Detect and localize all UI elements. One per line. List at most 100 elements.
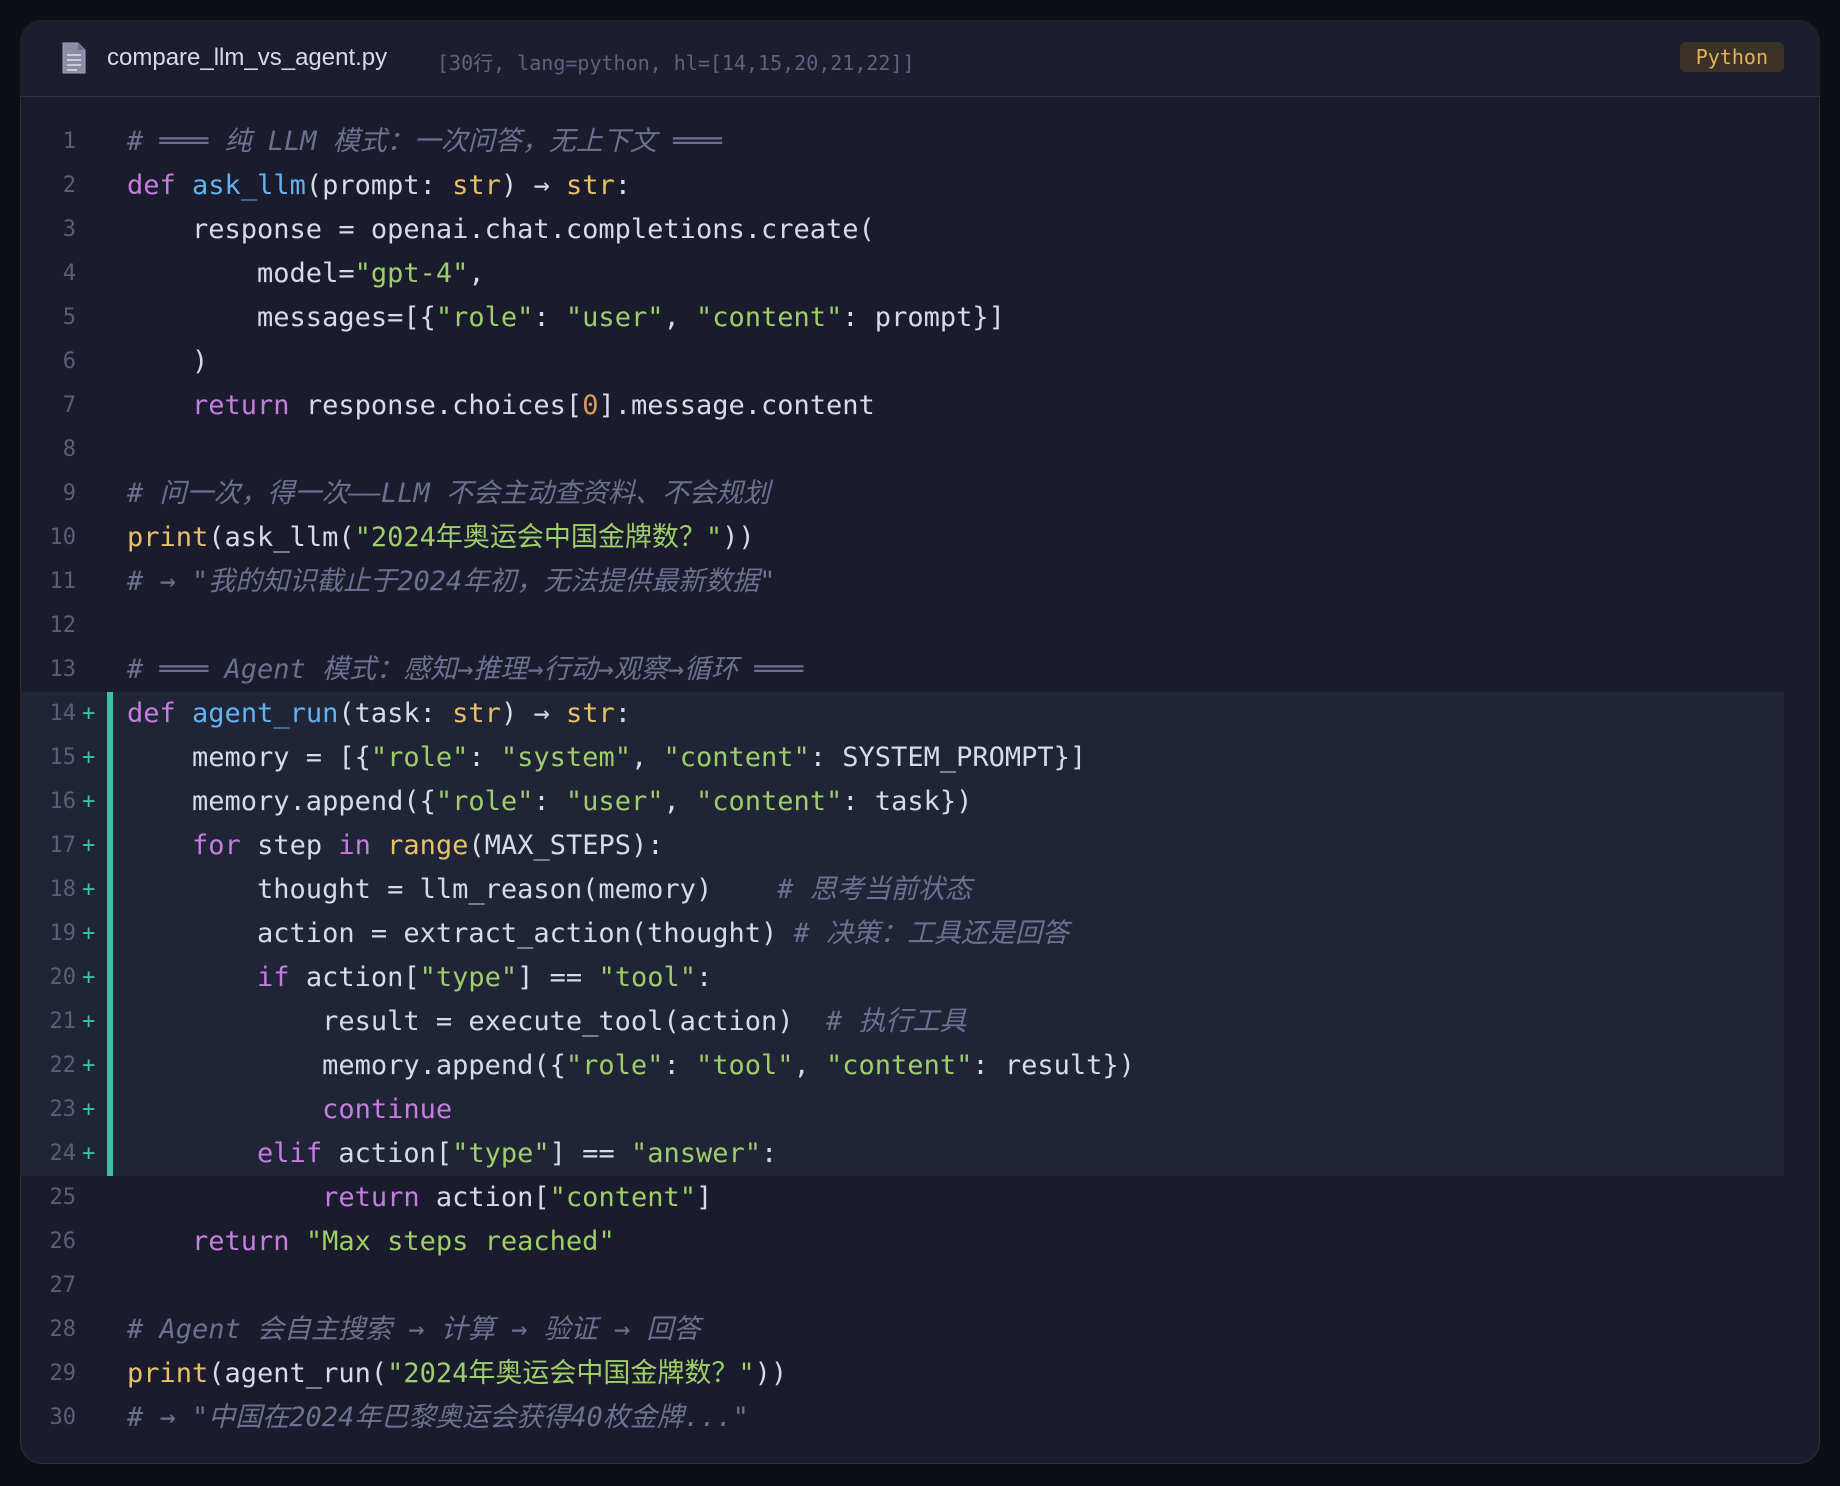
- code-token: "role": [435, 786, 534, 817]
- code-token: ,: [468, 258, 485, 289]
- code-text: continue: [127, 1088, 1748, 1132]
- code-token: memory.append({: [127, 1050, 566, 1081]
- line-number: 9: [62, 481, 76, 506]
- code-token: response.choices[: [289, 390, 583, 421]
- code-line[interactable]: 15 + memory = [{"role": "system", "conten…: [20, 736, 1784, 780]
- code-token: :: [614, 698, 632, 729]
- code-line[interactable]: 23 + continue: [20, 1088, 1784, 1132]
- code-token: "role": [435, 302, 534, 333]
- line-number: 6: [62, 349, 76, 374]
- code-text: ): [127, 340, 1820, 384]
- code-token: :: [533, 786, 566, 817]
- code-line[interactable]: 6 ): [20, 340, 1820, 384]
- code-token: "gpt-4": [354, 258, 469, 289]
- code-line[interactable]: 3 response = openai.chat.completions.cre…: [20, 208, 1820, 252]
- code-line[interactable]: 30 # → "中国在2024年巴黎奥运会获得40枚金牌...": [20, 1396, 1820, 1440]
- code-line[interactable]: 29 print(agent_run("2024年奥运会中国金牌数？")): [20, 1352, 1820, 1396]
- code-token: : result}): [972, 1050, 1135, 1081]
- code-line[interactable]: 7 return response.choices[0].message.con…: [20, 384, 1820, 428]
- diff-added-marker: +: [82, 1053, 96, 1078]
- code-line[interactable]: 28 # Agent 会自主搜索 → 计算 → 验证 → 回答: [20, 1308, 1820, 1352]
- code-line[interactable]: 25 return action["content"]: [20, 1176, 1820, 1220]
- code-token: # ═══ Agent 模式：感知→推理→行动→观察→循环 ═══: [127, 654, 804, 685]
- language-badge[interactable]: Python: [1679, 42, 1784, 72]
- code-token: # 问一次，得一次——LLM 不会主动查资料、不会规划: [127, 478, 771, 509]
- code-token: return: [322, 1182, 420, 1213]
- line-number: 23: [49, 1097, 77, 1122]
- code-text: result = execute_tool(action) # 执行工具: [127, 1000, 1748, 1044]
- code-token: ,: [793, 1050, 827, 1081]
- line-number: 20: [49, 965, 77, 990]
- code-token: action[: [322, 1138, 453, 1169]
- code-text: return action["content"]: [127, 1176, 1820, 1220]
- code-text: # → "我的知识截止于2024年初，无法提供最新数据": [127, 560, 1820, 604]
- code-line[interactable]: 8: [20, 428, 1820, 472]
- code-line[interactable]: 1 # ═══ 纯 LLM 模式：一次问答，无上下文 ═══: [20, 120, 1820, 164]
- code-token: # 执行工具: [825, 1006, 967, 1037]
- code-line[interactable]: 27: [20, 1264, 1820, 1308]
- code-token: "2024年奥运会中国金牌数？": [387, 1358, 755, 1389]
- code-line[interactable]: 11 # → "我的知识截止于2024年初，无法提供最新数据": [20, 560, 1820, 604]
- code-line[interactable]: 26 return "Max steps reached": [20, 1220, 1820, 1264]
- code-token: :: [533, 302, 566, 333]
- code-line[interactable]: 10 print(ask_llm("2024年奥运会中国金牌数？")): [20, 516, 1820, 560]
- code-token: "answer": [630, 1138, 761, 1169]
- code-token: str: [452, 698, 501, 729]
- code-token: "user": [565, 302, 664, 333]
- code-token: ,: [630, 742, 664, 773]
- code-line[interactable]: 19 + action = extract_action(thought) # 决…: [20, 912, 1784, 956]
- line-number: 14: [49, 701, 77, 726]
- line-number: 8: [62, 437, 76, 462]
- line-number: 2: [62, 173, 76, 198]
- code-token: "system": [500, 742, 631, 773]
- code-token: in: [338, 830, 371, 861]
- code-token: : task}): [842, 786, 973, 817]
- code-line[interactable]: 14 + def agent_run(task: str) → str:: [20, 692, 1784, 736]
- code-line[interactable]: 16 + memory.append({"role": "user", "cont…: [20, 780, 1784, 824]
- code-line[interactable]: 21 + result = execute_tool(action) # 执行工具: [20, 1000, 1784, 1044]
- code-token: thought = llm_reason(memory): [127, 874, 778, 905]
- code-token: ].message.content: [598, 390, 875, 421]
- diff-added-marker: +: [82, 1009, 96, 1034]
- code-window: compare_llm_vs_agent.py [30行, lang=pytho…: [20, 20, 1820, 1464]
- code-line[interactable]: 12: [20, 604, 1820, 648]
- code-line[interactable]: 9 # 问一次，得一次——LLM 不会主动查资料、不会规划: [20, 472, 1820, 516]
- code-token: # Agent 会自主搜索 → 计算 → 验证 → 回答: [127, 1314, 701, 1345]
- code-line[interactable]: 22 + memory.append({"role": "tool", "cont…: [20, 1044, 1784, 1088]
- code-text: memory = [{"role": "system", "content": …: [127, 736, 1748, 780]
- code-token: elif: [257, 1138, 323, 1169]
- code-line[interactable]: 2 def ask_llm(prompt: str) → str:: [20, 164, 1820, 208]
- code-line[interactable]: 24 + elif action["type"] == "answer":: [20, 1132, 1784, 1176]
- code-token: step: [240, 830, 339, 861]
- diff-added-marker: +: [82, 921, 96, 946]
- code-token: "Max steps reached": [305, 1226, 615, 1257]
- code-area[interactable]: 1 # ═══ 纯 LLM 模式：一次问答，无上下文 ═══ 2 def ask_ll…: [20, 120, 1820, 1440]
- line-number: 10: [49, 525, 77, 550]
- code-token: str: [452, 170, 501, 201]
- code-text: def ask_llm(prompt: str) → str:: [127, 164, 1820, 208]
- code-token: :: [468, 742, 501, 773]
- code-line[interactable]: 18 + thought = llm_reason(memory) # 思考当前状…: [20, 868, 1784, 912]
- code-text: # → "中国在2024年巴黎奥运会获得40枚金牌...": [127, 1396, 1820, 1440]
- code-token: # ═══ 纯 LLM 模式：一次问答，无上下文 ═══: [127, 126, 722, 157]
- code-text: for step in range(MAX_STEPS):: [127, 824, 1748, 868]
- code-token: ,: [663, 786, 696, 817]
- code-token: def: [127, 170, 176, 201]
- code-token: (agent_run(: [208, 1358, 388, 1389]
- code-line[interactable]: 5 messages=[{"role": "user", "content": …: [20, 296, 1820, 340]
- code-token: "type": [419, 962, 518, 993]
- code-token: (task:: [338, 698, 453, 729]
- line-number: 11: [49, 569, 77, 594]
- code-line[interactable]: 13 # ═══ Agent 模式：感知→推理→行动→观察→循环 ═══: [20, 648, 1820, 692]
- code-token: response = openai.chat.completions.creat…: [127, 214, 875, 245]
- code-line[interactable]: 17 + for step in range(MAX_STEPS):: [20, 824, 1784, 868]
- file-name[interactable]: compare_llm_vs_agent.py: [107, 44, 387, 72]
- code-token: "type": [452, 1138, 550, 1169]
- line-number: 4: [62, 261, 76, 286]
- diff-added-marker: +: [82, 1097, 96, 1122]
- code-line[interactable]: 20 + if action["type"] == "tool":: [20, 956, 1784, 1000]
- code-line[interactable]: 4 model="gpt-4",: [20, 252, 1820, 296]
